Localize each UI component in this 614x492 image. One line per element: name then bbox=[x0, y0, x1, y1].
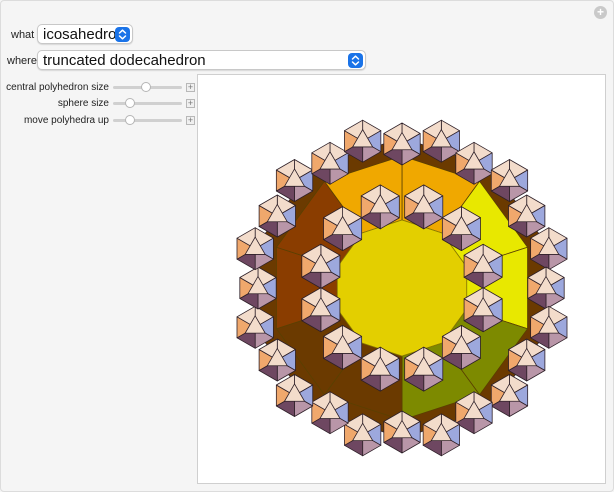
slider-thumb[interactable] bbox=[140, 82, 151, 92]
slider-label: sphere size bbox=[57, 98, 109, 109]
panel-options-icon[interactable]: + bbox=[594, 6, 607, 19]
popup-arrows-icon bbox=[115, 27, 130, 42]
where-label: where bbox=[7, 55, 37, 67]
expand-plus-icon[interactable]: + bbox=[186, 116, 195, 125]
what-popup-menu[interactable]: icosahedron bbox=[37, 24, 133, 44]
where-selected-value: truncated dodecahedron bbox=[43, 52, 206, 69]
slider-track[interactable] bbox=[113, 102, 182, 105]
expand-plus-icon[interactable]: + bbox=[186, 99, 195, 108]
slider-label: move polyhedra up bbox=[23, 115, 109, 126]
slider-label: central polyhedron size bbox=[6, 82, 109, 93]
expand-plus-icon[interactable]: + bbox=[186, 83, 195, 92]
graphics-canvas[interactable] bbox=[197, 74, 606, 484]
slider-track[interactable] bbox=[113, 119, 182, 122]
what-selected-value: icosahedron bbox=[43, 26, 125, 43]
where-popup-menu[interactable]: truncated dodecahedron bbox=[37, 50, 366, 70]
polyhedra-scene[interactable] bbox=[198, 75, 605, 483]
popup-arrows-icon bbox=[348, 53, 363, 68]
what-label: what bbox=[11, 29, 35, 41]
